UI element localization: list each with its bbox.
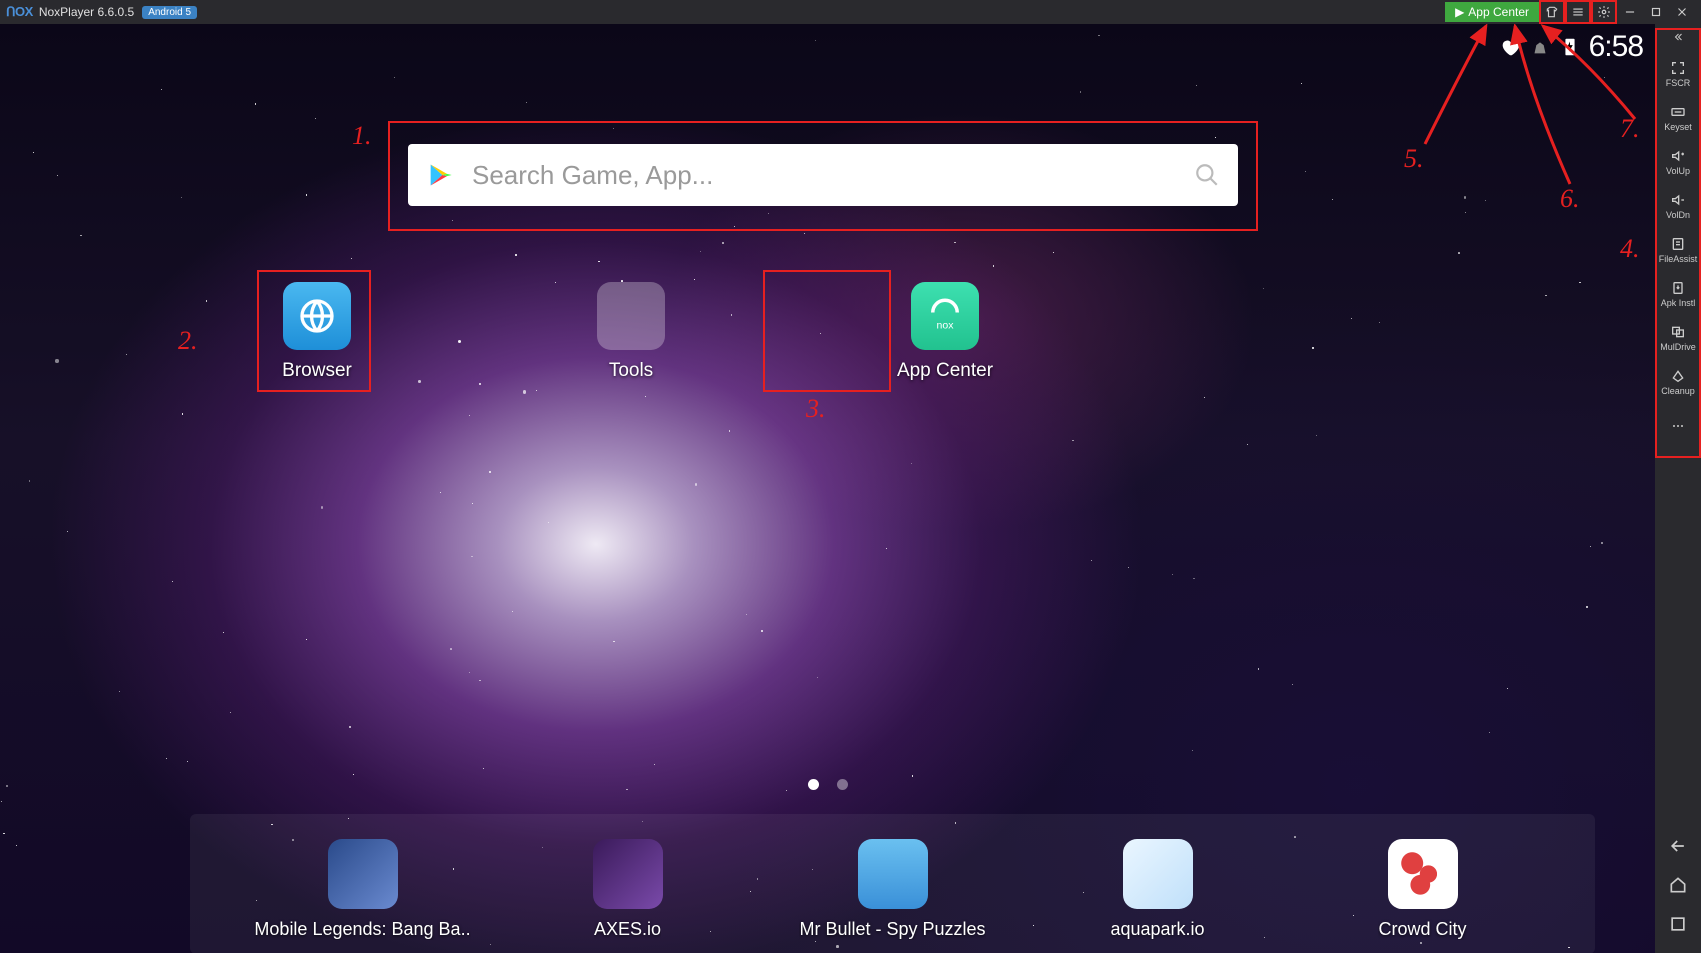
dock-app-5[interactable]: Crowd City (1308, 839, 1538, 940)
notification-icon (1529, 36, 1551, 58)
page-dot-2[interactable] (837, 779, 848, 790)
android-nav (1655, 836, 1701, 953)
titlebar: ᑎOX NoxPlayer 6.6.0.5 Android 5 ▶ App Ce… (0, 0, 1701, 24)
search-input[interactable] (472, 160, 1194, 191)
android-recents-button[interactable] (1668, 914, 1688, 939)
sidebar-label: FileAssist (1659, 254, 1698, 264)
maximize-button[interactable] (1643, 0, 1669, 24)
close-button[interactable] (1669, 0, 1695, 24)
appcenter-icon: nox (911, 282, 979, 350)
app-tools-folder[interactable]: Tools (572, 282, 690, 382)
dock-label: Mobile Legends: Bang Ba.. (254, 919, 470, 940)
sidebar-label: MulDrive (1660, 342, 1696, 352)
dock-app-1[interactable]: Mobile Legends: Bang Ba.. (248, 839, 478, 940)
svg-text:nox: nox (937, 319, 955, 331)
sidebar-volup[interactable]: VolUp (1656, 140, 1700, 184)
sidebar-label: Apk Instl (1661, 298, 1696, 308)
sidebar-cleanup[interactable]: Cleanup (1656, 360, 1700, 404)
app-label: Browser (282, 360, 352, 382)
search-bar[interactable] (408, 144, 1238, 206)
dock-label: Mr Bullet - Spy Puzzles (799, 919, 985, 940)
sidebar-collapse-button[interactable] (1670, 30, 1686, 48)
app-title: NoxPlayer 6.6.0.5 (39, 5, 134, 19)
shirt-icon-button[interactable] (1539, 0, 1565, 24)
search-icon (1194, 162, 1220, 188)
app-center-label: App Center (1468, 5, 1529, 19)
android-home-button[interactable] (1668, 875, 1688, 900)
sidebar-apkinstl[interactable]: Apk Instl (1656, 272, 1700, 316)
app-appcenter[interactable]: nox App Center (886, 282, 1004, 382)
menu-icon-button[interactable] (1565, 0, 1591, 24)
gear-icon-button[interactable] (1591, 0, 1617, 24)
sidebar-label: VolDn (1666, 210, 1690, 220)
app-label: Tools (609, 360, 653, 382)
sidebar-label: Keyset (1664, 122, 1692, 132)
minimize-button[interactable] (1617, 0, 1643, 24)
heart-icon (1499, 36, 1521, 58)
home-apps-row: Browser Tools nox App Center (258, 282, 1004, 382)
dock-label: AXES.io (594, 919, 661, 940)
sidebar-fullscreen[interactable]: FSCR (1656, 52, 1700, 96)
app-label: App Center (897, 360, 993, 382)
sidebar-label: Cleanup (1661, 386, 1695, 396)
status-time: 6:58 (1589, 30, 1643, 64)
sidebar-voldn[interactable]: VolDn (1656, 184, 1700, 228)
dock-label: Crowd City (1378, 919, 1466, 940)
app-center-button[interactable]: ▶ App Center (1445, 2, 1539, 22)
dock-app-4[interactable]: aquapark.io (1043, 839, 1273, 940)
sidebar-muldrive[interactable]: MulDrive (1656, 316, 1700, 360)
dock-app-2[interactable]: AXES.io (513, 839, 743, 940)
battery-charging-icon (1559, 36, 1581, 58)
app-browser[interactable]: Browser (258, 282, 376, 382)
sidebar-more[interactable] (1656, 404, 1700, 448)
folder-icon (597, 282, 665, 350)
sidebar-fileassist[interactable]: FileAssist (1656, 228, 1700, 272)
dock-app-3[interactable]: Mr Bullet - Spy Puzzles (778, 839, 1008, 940)
play-icon: ▶ (1455, 5, 1464, 19)
android-version-tag: Android 5 (142, 6, 197, 19)
page-indicator[interactable] (808, 779, 848, 790)
sidebar-keyset[interactable]: Keyset (1656, 96, 1700, 140)
page-dot-1[interactable] (808, 779, 819, 790)
nox-logo: ᑎOX (6, 4, 33, 20)
dock-label: aquapark.io (1110, 919, 1204, 940)
android-status-bar: 6:58 (1499, 30, 1643, 64)
right-sidebar: FSCR Keyset VolUp VolDn FileAssist Apk I… (1655, 24, 1701, 953)
google-play-icon (426, 161, 454, 189)
sidebar-label: VolUp (1666, 166, 1690, 176)
android-viewport: 6:58 Browser Tools nox A (0, 24, 1655, 953)
android-back-button[interactable] (1668, 836, 1688, 861)
sidebar-label: FSCR (1666, 78, 1691, 88)
dock: Mobile Legends: Bang Ba.. AXES.io Mr Bul… (190, 814, 1595, 953)
browser-icon (283, 282, 351, 350)
